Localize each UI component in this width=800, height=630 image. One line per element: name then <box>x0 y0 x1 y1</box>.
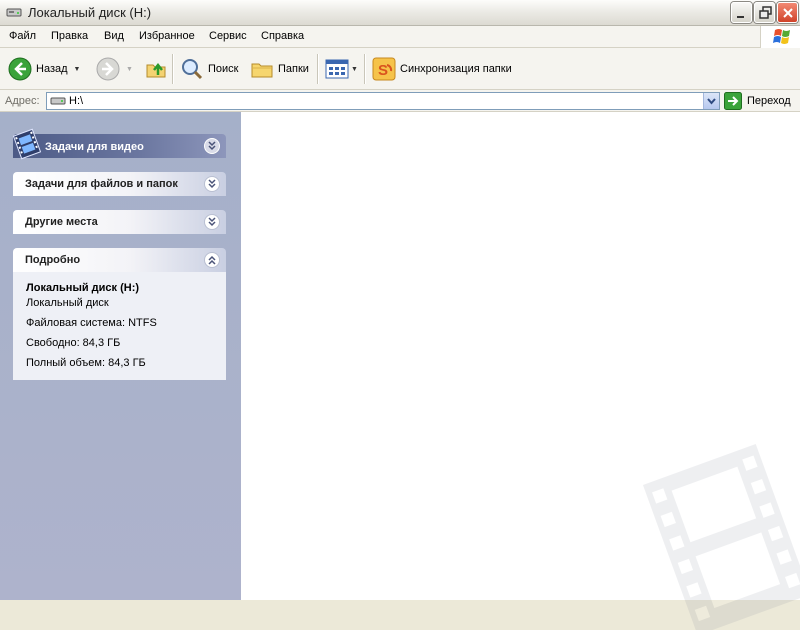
double-chevron-down-icon <box>208 141 216 151</box>
chevron-down-icon[interactable]: ▼ <box>74 66 81 73</box>
forward-button[interactable]: ▼ <box>96 54 133 84</box>
folders-label: Папки <box>278 63 309 75</box>
window-title: Локальный диск (H:) <box>28 5 152 20</box>
video-tasks-header[interactable]: Задачи для видео <box>12 128 226 160</box>
up-button[interactable] <box>144 54 168 84</box>
title-bar[interactable]: Локальный диск (H:) <box>0 0 800 26</box>
detail-drive-name: Локальный диск (H:) <box>26 282 140 294</box>
film-icon <box>12 128 42 160</box>
search-button[interactable]: Поиск <box>180 54 238 84</box>
forward-arrow-icon <box>96 57 120 81</box>
menu-favorites[interactable]: Избранное <box>139 30 195 42</box>
windows-flag-icon <box>773 29 790 44</box>
details-header[interactable]: Подробно <box>13 248 226 272</box>
double-chevron-down-icon <box>208 179 216 189</box>
detail-total-size: Полный объем: 84,3 ГБ <box>26 357 146 369</box>
detail-drive-type: Локальный диск <box>26 297 109 309</box>
sync-label: Синхронизация папки <box>400 63 512 75</box>
search-label: Поиск <box>208 63 239 75</box>
windows-logo <box>760 26 800 48</box>
go-arrow-icon <box>724 92 742 110</box>
file-tasks-header[interactable]: Задачи для файлов и папок <box>13 172 226 196</box>
chevron-down-icon[interactable] <box>204 176 220 192</box>
address-value[interactable]: H:\ <box>69 95 83 107</box>
other-places-header[interactable]: Другие места <box>13 210 226 234</box>
double-chevron-up-icon <box>208 255 216 265</box>
minimize-button[interactable] <box>731 2 752 23</box>
restore-icon <box>759 6 772 19</box>
close-icon <box>783 8 793 18</box>
file-list-pane[interactable] <box>241 112 800 630</box>
menu-edit[interactable]: Правка <box>51 30 88 42</box>
menu-view[interactable]: Вид <box>104 30 124 42</box>
search-icon <box>182 59 203 80</box>
double-chevron-down-icon <box>208 217 216 227</box>
sync-icon: S <box>372 57 396 81</box>
other-places-group: Другие места <box>13 210 226 234</box>
detail-free-space: Свободно: 84,3 ГБ <box>26 337 121 349</box>
minimize-icon <box>737 16 744 18</box>
drive-icon <box>6 8 22 17</box>
chevron-up-icon[interactable] <box>204 252 220 268</box>
back-button[interactable]: Назад ▼ <box>8 54 80 84</box>
close-button[interactable] <box>777 2 798 23</box>
views-icon <box>325 59 349 79</box>
details-title: Подробно <box>25 254 81 266</box>
address-label: Адрес: <box>5 95 40 107</box>
folders-button[interactable]: Папки <box>250 54 309 84</box>
address-dropdown-button[interactable] <box>703 93 719 109</box>
folders-icon <box>251 63 273 78</box>
chevron-down-icon[interactable]: ▼ <box>351 66 358 73</box>
menu-file[interactable]: Файл <box>9 30 36 42</box>
film-watermark-icon <box>642 444 800 630</box>
menu-help[interactable]: Справка <box>261 30 304 42</box>
address-input[interactable]: H:\ <box>46 92 720 110</box>
menu-tools[interactable]: Сервис <box>209 30 247 42</box>
sync-button[interactable]: S Синхронизация папки <box>372 54 512 84</box>
toolbar: Назад ▼ ▼ Поиск Папки ▼ S Синхронизация … <box>0 48 800 90</box>
svg-text:S: S <box>378 62 388 79</box>
other-places-title: Другие места <box>25 216 98 228</box>
back-arrow-icon <box>8 57 32 81</box>
back-label: Назад <box>36 63 68 75</box>
task-pane: Задачи для видео Задачи для файлов и пап… <box>0 112 241 600</box>
folder-up-icon <box>146 62 166 78</box>
file-tasks-title: Задачи для файлов и папок <box>25 178 178 190</box>
video-tasks-title: Задачи для видео <box>45 141 144 153</box>
views-button[interactable]: ▼ <box>325 54 358 84</box>
detail-filesystem: Файловая система: NTFS <box>26 317 157 329</box>
chevron-down-icon[interactable]: ▼ <box>126 66 133 73</box>
drive-icon <box>50 97 66 105</box>
file-tasks-group: Задачи для файлов и папок <box>13 172 226 196</box>
address-bar: Адрес: H:\ Переход <box>0 90 800 112</box>
maximize-button[interactable] <box>754 2 775 23</box>
chevron-down-icon <box>707 98 716 105</box>
go-label: Переход <box>747 95 791 107</box>
chevron-down-icon[interactable] <box>204 138 220 154</box>
toolbar-separator <box>172 54 174 84</box>
toolbar-separator <box>364 54 366 84</box>
details-group: Подробно Локальный диск (H:) Локальный д… <box>13 248 226 380</box>
details-body: Локальный диск (H:) Локальный диск Файло… <box>13 272 226 380</box>
chevron-down-icon[interactable] <box>204 214 220 230</box>
go-button[interactable]: Переход <box>724 92 791 110</box>
menu-bar: Файл Правка Вид Избранное Сервис Справка <box>0 26 800 48</box>
toolbar-separator <box>317 54 319 84</box>
video-tasks-group: Задачи для видео <box>12 128 226 160</box>
